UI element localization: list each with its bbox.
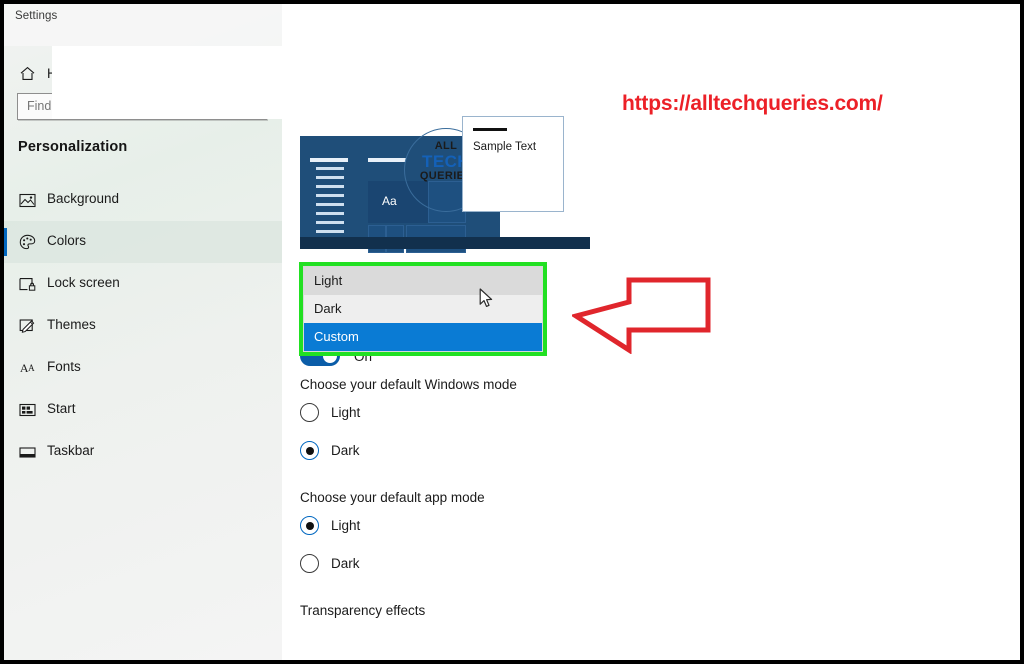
settings-sidebar: Settings Home Find a setting Personaliza… [4, 4, 282, 660]
app-mode-option-light[interactable]: Light [300, 516, 360, 535]
windows-mode-option-dark[interactable]: Dark [300, 441, 360, 460]
radio-app-mode-dark[interactable] [300, 554, 319, 573]
preview-taskbar [300, 237, 590, 249]
sidebar-titlebar: Settings [4, 4, 282, 46]
app-mode-option-light-label: Light [331, 518, 361, 533]
sidebar-item-themes-label: Themes [47, 317, 96, 332]
sidebar-item-fonts-label: Fonts [47, 359, 81, 374]
radio-windows-mode-light[interactable] [300, 403, 319, 422]
white-overlay-patch [52, 46, 282, 119]
windows-mode-option-dark-label: Dark [331, 443, 360, 458]
themes-brush-icon [17, 316, 37, 336]
mouse-cursor-icon [479, 288, 494, 314]
sidebar-item-lock-screen[interactable]: Lock screen [4, 263, 282, 305]
settings-main-panel: Aa ALL TECH QUERIES Sample Text Light Da… [282, 4, 1020, 660]
sidebar-item-background[interactable]: Background [4, 179, 282, 221]
theme-preview: Aa ALL TECH QUERIES Sample Text [300, 116, 590, 256]
sidebar-item-lock-screen-label: Lock screen [47, 275, 120, 290]
red-arrow-annotation [569, 276, 712, 355]
start-grid-icon [17, 400, 37, 420]
windows-mode-option-light[interactable]: Light [300, 403, 360, 422]
app-mode-option-dark[interactable]: Dark [300, 554, 360, 573]
app-mode-option-dark-label: Dark [331, 556, 360, 571]
transparency-effects-label: Transparency effects [300, 603, 426, 618]
choose-your-color-dropdown[interactable]: Light Dark Custom [303, 266, 543, 352]
screenshot-root: Settings Home Find a setting Personaliza… [0, 0, 1024, 664]
dropdown-option-dark[interactable]: Dark [304, 295, 542, 323]
windows-mode-label: Choose your default Windows mode [300, 377, 517, 392]
app-mode-label: Choose your default app mode [300, 490, 485, 505]
sidebar-item-themes[interactable]: Themes [4, 305, 282, 347]
sidebar-item-taskbar[interactable]: Taskbar [4, 431, 282, 473]
sidebar-item-background-label: Background [47, 191, 120, 206]
lock-screen-icon [17, 274, 37, 294]
site-url-watermark: https://alltechqueries.com/ [622, 92, 883, 115]
dropdown-option-light[interactable]: Light [304, 267, 542, 295]
app-title: Settings [15, 10, 58, 22]
sidebar-item-start[interactable]: Start [4, 389, 282, 431]
preview-window-titlebar-line [473, 128, 507, 131]
sidebar-item-start-label: Start [47, 401, 76, 416]
palette-icon [17, 232, 37, 252]
radio-app-mode-light[interactable] [300, 516, 319, 535]
image-icon [17, 190, 37, 210]
fonts-aa-icon: AA [19, 360, 35, 375]
home-icon [17, 63, 37, 83]
preview-sample-text: Sample Text [473, 141, 537, 153]
dropdown-option-custom[interactable]: Custom [304, 323, 542, 351]
radio-windows-mode-dark[interactable] [300, 441, 319, 460]
preview-sample-window: Sample Text [462, 116, 564, 212]
page-title: Personalization [18, 139, 128, 155]
taskbar-icon [17, 442, 37, 462]
windows-mode-option-light-label: Light [331, 405, 361, 420]
sidebar-item-colors-label: Colors [47, 233, 87, 248]
sidebar-item-taskbar-label: Taskbar [47, 443, 95, 458]
sidebar-item-fonts[interactable]: AA Fonts [4, 347, 282, 389]
preview-tile-label: Aa [382, 194, 397, 208]
sidebar-item-colors[interactable]: Colors [4, 221, 282, 263]
